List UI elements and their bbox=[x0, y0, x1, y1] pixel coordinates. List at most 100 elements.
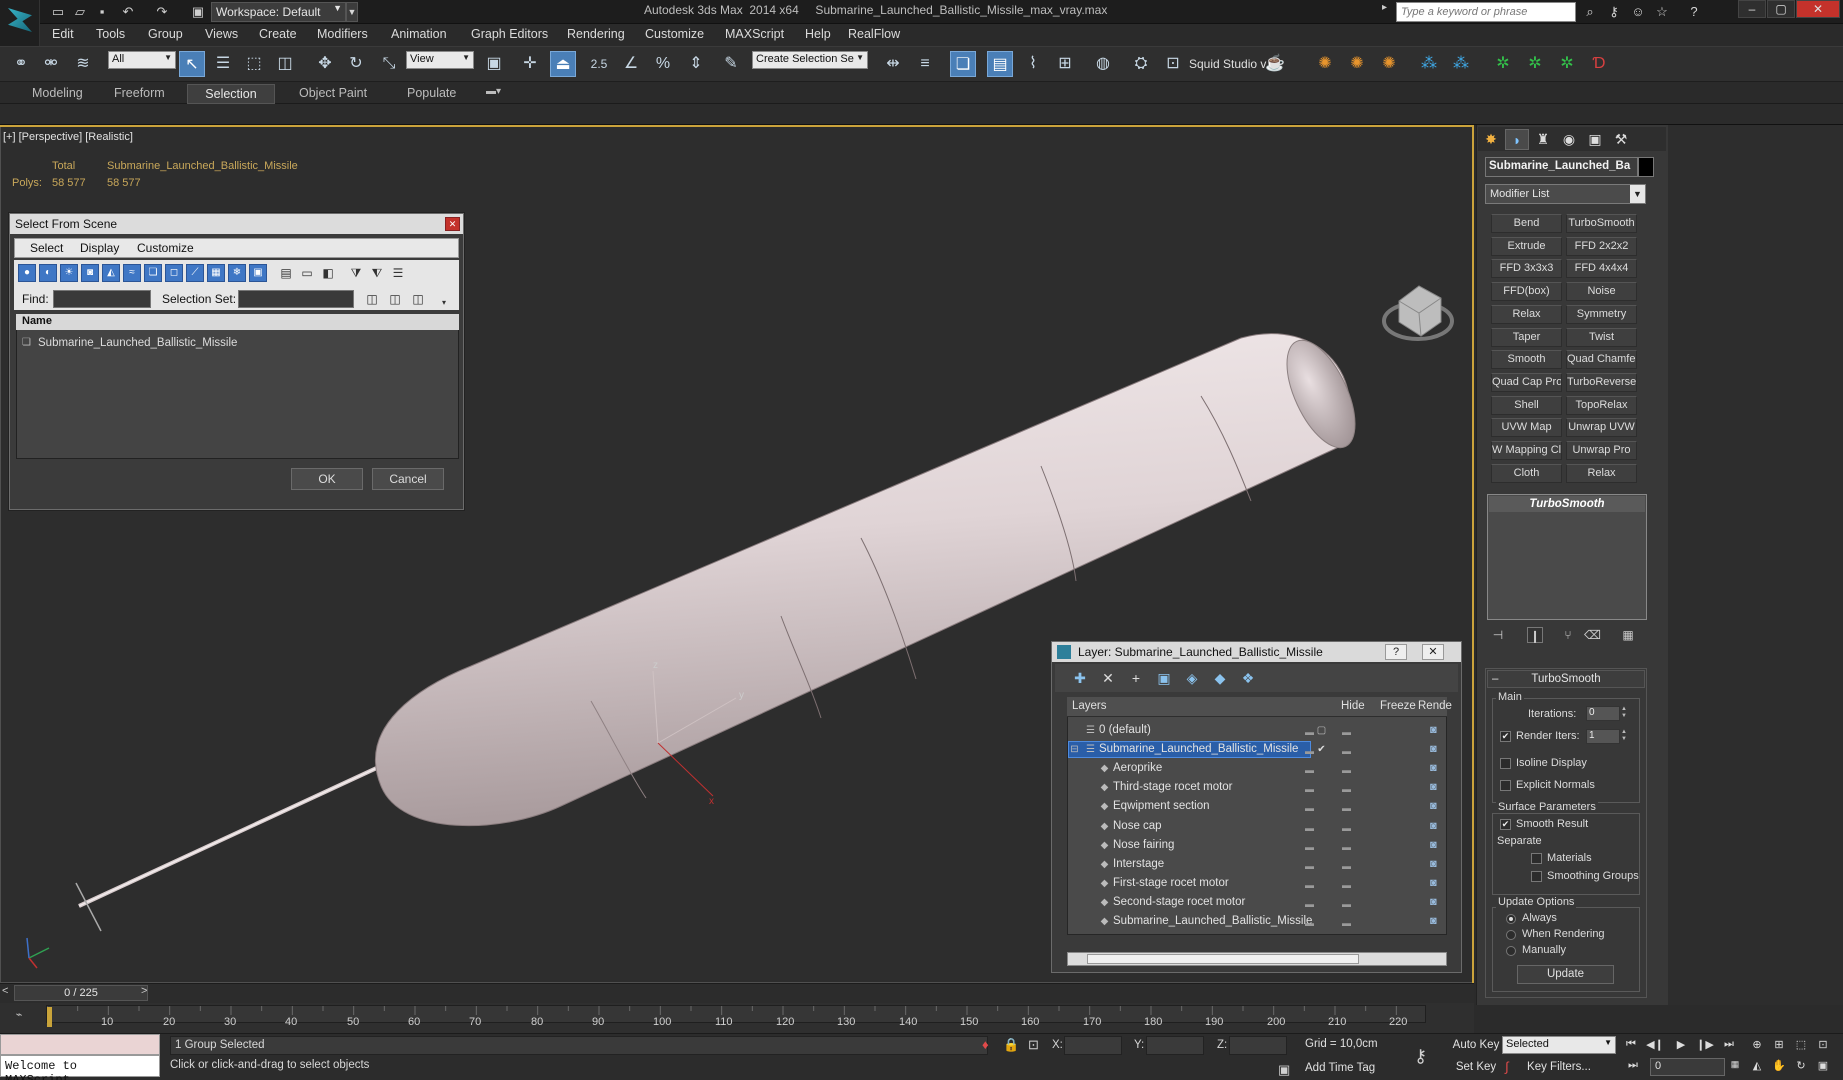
display-all-icon[interactable]: ▤ bbox=[277, 264, 295, 282]
realflow-remove-icon[interactable]: Ɗ bbox=[1586, 51, 1612, 77]
column-layers[interactable]: Layers bbox=[1072, 700, 1107, 712]
layer-row[interactable]: ◆ Submarine_Launched_Ballistic_Missile ▬ ▬ ◙ bbox=[1067, 913, 1445, 931]
user-icon[interactable]: ☺ bbox=[1628, 3, 1648, 21]
workspace-menu-arrow[interactable]: ▼ bbox=[346, 2, 358, 22]
menu-edit[interactable]: Edit bbox=[52, 27, 74, 41]
display-frozen-icon[interactable]: ❄ bbox=[228, 264, 246, 282]
binoculars-icon[interactable]: ⌕ bbox=[1580, 3, 1600, 21]
maximize-viewport-icon[interactable]: ▣ bbox=[1814, 1059, 1832, 1075]
freeze-toggle[interactable]: ▬ bbox=[1342, 918, 1351, 928]
layer-row[interactable]: ▢ ☰ 0 (default) ▬ ▬ ◙ bbox=[1067, 722, 1445, 740]
display-cameras-icon[interactable]: ◙ bbox=[81, 264, 99, 282]
freeze-toggle[interactable]: ▬ bbox=[1342, 727, 1351, 737]
tab-display-icon[interactable]: ▣ bbox=[1583, 129, 1607, 150]
minimize-button[interactable]: – bbox=[1738, 0, 1766, 18]
layer-row[interactable]: ◆ Eqwipment section ▬ ▬ ◙ bbox=[1067, 798, 1445, 816]
close-window-button[interactable]: ✕ bbox=[1796, 0, 1840, 18]
redo-icon[interactable]: ↷ bbox=[152, 3, 172, 21]
star-icon[interactable]: ☆ bbox=[1652, 3, 1672, 21]
key-icon[interactable]: ⚷ bbox=[1414, 1046, 1427, 1067]
realflow-domain-icon[interactable]: ⁂ bbox=[1448, 51, 1474, 77]
modifier-button[interactable]: FFD 4x4x4 bbox=[1566, 259, 1637, 278]
align-icon[interactable]: ≡ bbox=[912, 51, 938, 77]
time-prev-arrow-icon[interactable]: < bbox=[2, 985, 8, 997]
modifier-button[interactable]: Unwrap Pro bbox=[1566, 441, 1637, 460]
realflow-wave-icon[interactable]: ✲ bbox=[1490, 51, 1516, 77]
display-groups-icon[interactable]: ❏ bbox=[144, 264, 162, 282]
set-current-layer-icon[interactable]: ▢ bbox=[1316, 725, 1327, 736]
add-time-tag[interactable]: Add Time Tag bbox=[1305, 1062, 1375, 1074]
display-helpers-icon[interactable]: ◭ bbox=[102, 264, 120, 282]
update-button[interactable]: Update bbox=[1517, 965, 1614, 984]
angle-snap-icon[interactable]: ∠ bbox=[618, 51, 644, 77]
snaps-toggle-icon[interactable]: 2.5 bbox=[586, 51, 612, 77]
modifier-button[interactable]: Taper bbox=[1491, 328, 1562, 347]
freeze-toggle[interactable]: ▬ bbox=[1342, 823, 1351, 833]
modifier-button[interactable]: Cloth bbox=[1491, 464, 1562, 483]
sort-icon[interactable]: ☰ bbox=[389, 264, 407, 282]
zoom-extents-all-icon[interactable]: ⊡ bbox=[1814, 1038, 1832, 1054]
curve-editor-icon[interactable]: ⌇ bbox=[1020, 51, 1046, 77]
display-none-icon[interactable]: ▭ bbox=[298, 264, 316, 282]
scrollbar-thumb[interactable] bbox=[1087, 954, 1359, 964]
display-xrefs-icon[interactable]: ◻ bbox=[165, 264, 183, 282]
materials-checkbox[interactable] bbox=[1531, 853, 1542, 864]
select-in-layer-icon[interactable]: ▣ bbox=[1154, 668, 1174, 688]
tab-populate[interactable]: Populate bbox=[407, 86, 456, 100]
orbit-icon[interactable]: ↻ bbox=[1792, 1059, 1810, 1075]
modifier-button[interactable]: Relax bbox=[1491, 305, 1562, 324]
search-input[interactable]: Type a keyword or phrase bbox=[1396, 2, 1576, 22]
configure-modifier-sets-icon[interactable]: ▦ bbox=[1620, 627, 1636, 643]
selection-set-dropdown[interactable] bbox=[238, 290, 354, 308]
key-icon[interactable]: ⚷ bbox=[1604, 3, 1624, 21]
time-configuration-icon[interactable]: ▦ bbox=[1726, 1059, 1744, 1075]
modifier-button[interactable]: FFD 2x2x2 bbox=[1566, 237, 1637, 256]
layer-row[interactable]: ◆ Third-stage rocet motor ▬ ▬ ◙ bbox=[1067, 779, 1445, 797]
manually-radio[interactable] bbox=[1506, 946, 1516, 956]
y-coordinate-field[interactable] bbox=[1146, 1036, 1204, 1055]
layer-row[interactable]: ◆ First-stage rocet motor ▬ ▬ ◙ bbox=[1067, 875, 1445, 893]
smooth-result-checkbox[interactable]: ✔ bbox=[1500, 819, 1511, 830]
current-layer-check-icon[interactable]: ✔ bbox=[1316, 744, 1327, 755]
modifier-button[interactable]: FFD(box) bbox=[1491, 282, 1562, 301]
realflow-particle-icon[interactable]: ⁂ bbox=[1416, 51, 1442, 77]
list-item[interactable]: Submarine_Launched_Ballistic_Missile bbox=[38, 337, 237, 349]
column-freeze[interactable]: Freeze bbox=[1380, 700, 1416, 712]
hide-toggle[interactable]: ▬ bbox=[1305, 899, 1314, 909]
select-from-scene-title[interactable]: Select From Scene bbox=[10, 214, 463, 234]
display-invert-icon[interactable]: ◧ bbox=[319, 264, 337, 282]
layer-manager-icon[interactable]: ❏ bbox=[950, 51, 976, 77]
freeze-toggle[interactable]: ▬ bbox=[1342, 784, 1351, 794]
default-tangent-icon[interactable]: ∫ bbox=[1505, 1059, 1509, 1074]
render-toggle-icon[interactable]: ◙ bbox=[1430, 724, 1442, 736]
column-hide[interactable]: Hide bbox=[1341, 700, 1365, 712]
menu-tools[interactable]: Tools bbox=[96, 27, 125, 41]
isoline-display-checkbox[interactable] bbox=[1500, 758, 1511, 769]
key-mode-dropdown[interactable]: Selected ▼ bbox=[1502, 1036, 1616, 1054]
freeze-toggle[interactable]: ▬ bbox=[1342, 765, 1351, 775]
viewport-label-menu[interactable]: [+] [Perspective] [Realistic] bbox=[3, 131, 133, 143]
pivot-center-icon[interactable]: ▣ bbox=[481, 51, 507, 77]
remove-selection-set-icon[interactable]: ◫ bbox=[386, 290, 404, 308]
zoom-all-icon[interactable]: ⊞ bbox=[1770, 1038, 1788, 1054]
close-icon[interactable]: ✕ bbox=[445, 217, 460, 231]
freeze-toggle[interactable]: ▬ bbox=[1342, 803, 1351, 813]
column-name-header[interactable]: Name bbox=[16, 314, 459, 330]
modifier-button[interactable]: UVW Map bbox=[1491, 418, 1562, 437]
layer-row-selected[interactable]: ⊟ ✔ ☰ Submarine_Launched_Ballistic_Missile ▬… bbox=[1067, 741, 1445, 759]
render-toggle-icon[interactable]: ◙ bbox=[1430, 820, 1442, 832]
new-file-icon[interactable]: ▭ bbox=[48, 3, 68, 21]
tab-modify-icon[interactable]: ◗ bbox=[1505, 129, 1529, 150]
realflow-mesh-icon[interactable]: ✺ bbox=[1376, 51, 1402, 77]
chevron-down-icon[interactable]: ▼ bbox=[1630, 185, 1645, 203]
freeze-toggle[interactable]: ▬ bbox=[1342, 861, 1351, 871]
modifier-button[interactable]: Twist bbox=[1566, 328, 1637, 347]
window-crossing-icon[interactable]: ◫ bbox=[272, 51, 298, 77]
display-bones-icon[interactable]: ⟋ bbox=[186, 264, 204, 282]
toggle-ribbon-icon[interactable]: ▤ bbox=[987, 51, 1013, 77]
render-iters-checkbox[interactable]: ✔ bbox=[1500, 731, 1511, 742]
edit-named-selection-icon[interactable]: ✎ bbox=[718, 51, 744, 77]
layer-row[interactable]: ◆ Interstage ▬ ▬ ◙ bbox=[1067, 856, 1445, 874]
project-folder-icon[interactable]: ▣ bbox=[188, 3, 208, 21]
sfs-menu-display[interactable]: Display bbox=[80, 241, 119, 255]
